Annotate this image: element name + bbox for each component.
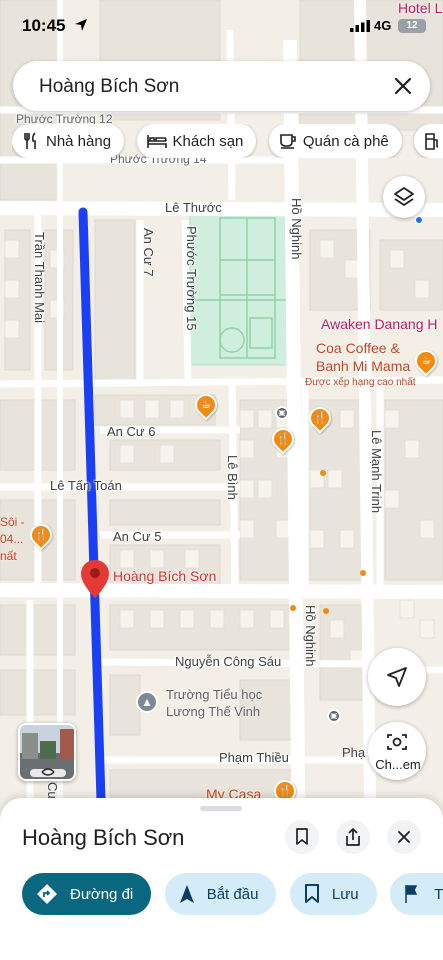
bookmark-icon (296, 828, 308, 845)
close-icon[interactable] (390, 73, 416, 99)
close-sheet-button[interactable] (387, 820, 421, 854)
drag-handle[interactable] (200, 806, 242, 811)
street-label-pham-thieu: Phạm Thiều (219, 750, 289, 765)
directions-icon (37, 884, 57, 904)
action-label: Lưu (331, 885, 359, 903)
place-title: Hoàng Bích Sơn (22, 825, 185, 850)
category-chips: Nhà hàng Khách sạn Quán cà phê T (12, 124, 443, 158)
my-location-button[interactable] (368, 648, 426, 706)
place-dot[interactable] (320, 470, 326, 476)
action-label: Th (434, 885, 443, 903)
search-query[interactable]: Hoàng Bích Sơn (39, 76, 179, 98)
street-label-nguyen-cong-sau: Nguyễn Công Sáu (175, 654, 282, 669)
location-arrow-icon (75, 19, 87, 31)
street-label-ho-nghinh-top: Hồ Nghinh (289, 198, 304, 260)
street-label-an-cu-7: An Cư 7 (141, 228, 156, 277)
chip-label: Khách sạn (172, 132, 244, 150)
directions-button[interactable]: Đường đi (22, 873, 152, 915)
save-action-button[interactable]: Lưu (289, 873, 377, 915)
navigation-start-icon (179, 885, 194, 903)
action-buttons: Đường đi Bắt đầu Lưu Th (22, 873, 443, 915)
place-label-school-line1[interactable]: Trường Tiểu học (166, 686, 262, 703)
layers-icon (394, 187, 414, 206)
street-label-an-cu-5: An Cư 5 (113, 529, 162, 544)
bus-stop-icon[interactable]: ▣ (275, 406, 289, 420)
action-label: Bắt đầu (206, 885, 259, 903)
bookmark-icon (304, 884, 319, 903)
street-label-phuoc-truong-15: Phước Trường 15 (184, 226, 199, 331)
location-pin-icon[interactable] (81, 560, 109, 598)
start-button[interactable]: Bắt đầu (164, 873, 277, 915)
pin-label: Hoàng Bích Sơn (113, 568, 217, 584)
restaurant-icon (24, 132, 36, 149)
place-label-coa-line2[interactable]: Banh Mi Mama (316, 357, 410, 375)
fuel-icon (425, 133, 439, 150)
place-dot[interactable] (323, 608, 329, 614)
place-label-awaken[interactable]: Awaken Danang H (321, 315, 437, 333)
street-label-pham-partial: Phạ (342, 745, 366, 760)
close-icon (398, 831, 410, 843)
street-label-le-manh-trinh: Lê Mạnh Trinh (369, 430, 384, 514)
place-dot[interactable] (290, 605, 296, 611)
action-label: Đường đi (70, 885, 134, 903)
chip-label: Nhà hàng (46, 132, 112, 150)
place-label-school-line2[interactable]: Lương Thế Vinh (166, 703, 260, 720)
flag-icon (405, 885, 418, 903)
chip-restaurants[interactable]: Nhà hàng (12, 124, 125, 158)
place-dot[interactable] (360, 570, 366, 576)
battery-icon: 12 (398, 19, 426, 33)
share-button[interactable] (336, 820, 370, 854)
status-bar: 10:45 4G 12 (0, 0, 443, 52)
rotate-360-icon (41, 768, 55, 776)
layers-button[interactable] (383, 176, 425, 218)
camera-lens-icon (387, 734, 407, 750)
search-bar[interactable]: Hoàng Bích Sơn (13, 61, 430, 111)
place-bottom-sheet[interactable]: Hoàng Bích Sơn Đường đi Bắt đầu Lưu T (0, 798, 443, 960)
chip-fuel[interactable]: T (414, 124, 443, 158)
street-label-tran-thanh-mai: Trần Thanh Mai (32, 232, 47, 324)
chip-label: Quán cà phê (302, 132, 389, 150)
place-note-top-rated: Được xếp hạng cao nhất (305, 377, 416, 388)
signal-icon (350, 20, 370, 32)
street-label-le-thuoc: Lê Thước (165, 200, 222, 215)
share-icon (346, 828, 360, 846)
street-view-thumbnail[interactable] (18, 723, 76, 781)
status-time: 10:45 (22, 16, 66, 35)
bus-stop-icon[interactable]: ▣ (327, 709, 341, 723)
location-dot-icon (415, 216, 423, 224)
street-label-le-tan-toan: Lê Tấn Toán (50, 478, 122, 493)
school-icon[interactable]: ▲ (136, 691, 158, 713)
network-type: 4G (374, 18, 392, 33)
place-label-left-partial3: nất (0, 549, 17, 563)
lens-label[interactable]: Ch...em (369, 757, 427, 772)
street-label-ho-nghinh-bottom: Hồ Nghinh (303, 605, 318, 667)
place-label-left-partial2: 04... (0, 532, 24, 546)
label-action-button[interactable]: Th (390, 873, 443, 915)
navigation-arrow-icon (387, 667, 407, 687)
chip-coffee[interactable]: Quán cà phê (268, 124, 402, 158)
street-label-an-cu-6: An Cư 6 (107, 424, 156, 439)
coffee-icon (280, 134, 296, 149)
save-button[interactable] (285, 820, 319, 854)
street-label-le-binh: Lê Bình (225, 455, 240, 500)
place-label-coa-line1[interactable]: Coa Coffee & (316, 339, 400, 357)
place-label-left-partial1: Sôi - (0, 515, 25, 529)
chip-hotels[interactable]: Khách sạn (136, 124, 257, 158)
hotel-icon (146, 135, 167, 148)
